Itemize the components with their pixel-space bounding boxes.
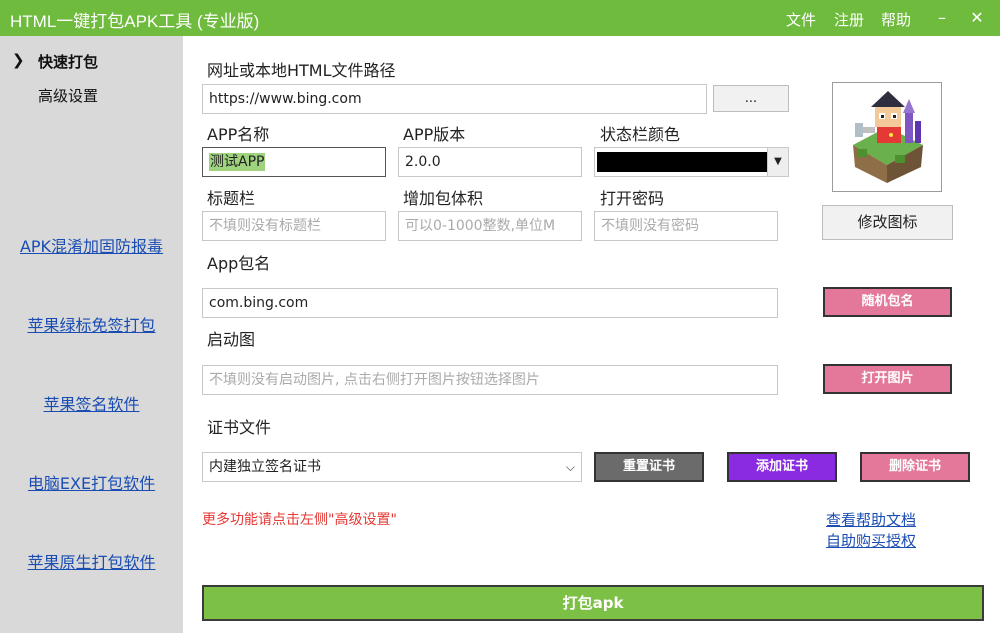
- close-icon[interactable]: ✕: [968, 9, 986, 27]
- size-label: 增加包体积: [403, 189, 484, 208]
- app-icon-preview: [832, 82, 942, 192]
- menu-register[interactable]: 注册: [834, 9, 864, 30]
- sidebar-item-quick-pack[interactable]: ❯ 快速打包: [0, 49, 183, 73]
- app-version-input[interactable]: [398, 147, 582, 177]
- buy-license-link[interactable]: 自助购买授权: [826, 530, 916, 551]
- link-apple-sign-software[interactable]: 苹果签名软件: [0, 391, 183, 415]
- title-bar: HTML一键打包APK工具 (专业版) 文件 注册 帮助 – ✕: [0, 0, 1000, 36]
- chevron-down-icon: ⌵: [565, 460, 575, 474]
- browse-button[interactable]: ...: [713, 85, 789, 112]
- password-input[interactable]: [594, 211, 778, 241]
- color-swatch: [597, 152, 767, 172]
- sidebar: ❯ 快速打包 高级设置 APK混淆加固防报毒 苹果绿标免签打包 苹果签名软件 电…: [0, 36, 183, 633]
- link-apple-green-sign[interactable]: 苹果绿标免签打包: [0, 312, 183, 336]
- app-version-label: APP版本: [403, 125, 466, 144]
- url-input[interactable]: [202, 84, 707, 114]
- sidebar-item-label: 快速打包: [38, 53, 99, 71]
- app-name-value: 测试APP: [209, 153, 266, 171]
- title-bar-input[interactable]: [202, 211, 386, 241]
- link-apk-obfuscate[interactable]: APK混淆加固防报毒: [0, 233, 183, 257]
- add-cert-button[interactable]: 添加证书: [727, 452, 837, 482]
- status-bar-color-select[interactable]: ▼: [594, 147, 789, 177]
- window-title: HTML一键打包APK工具 (专业版): [10, 12, 260, 31]
- splash-label: 启动图: [207, 330, 256, 349]
- cert-selected-value: 内建独立签名证书: [209, 459, 321, 475]
- password-label: 打开密码: [600, 189, 665, 208]
- url-label: 网址或本地HTML文件路径: [207, 61, 396, 80]
- package-label: App包名: [207, 254, 271, 273]
- app-name-label: APP名称: [207, 125, 270, 144]
- size-input[interactable]: [398, 211, 582, 241]
- help-docs-link[interactable]: 查看帮助文档: [826, 509, 916, 530]
- cert-select[interactable]: 内建独立签名证书 ⌵: [202, 452, 582, 482]
- app-icon-image: [853, 91, 923, 183]
- open-image-button[interactable]: 打开图片: [823, 364, 952, 394]
- delete-cert-button[interactable]: 删除证书: [860, 452, 970, 482]
- cert-label: 证书文件: [207, 418, 272, 437]
- advanced-settings-note: 更多功能请点击左侧"高级设置": [202, 512, 397, 528]
- reset-cert-button[interactable]: 重置证书: [594, 452, 704, 482]
- app-name-input[interactable]: 测试APP: [202, 147, 386, 177]
- random-package-button[interactable]: 随机包名: [823, 287, 952, 317]
- app-window: HTML一键打包APK工具 (专业版) 文件 注册 帮助 – ✕ ❯ 快速打包 …: [0, 0, 1000, 633]
- package-input[interactable]: [202, 288, 778, 318]
- sidebar-item-advanced[interactable]: 高级设置: [0, 83, 183, 107]
- sidebar-item-label: 高级设置: [38, 87, 99, 105]
- splash-input[interactable]: [202, 365, 778, 395]
- link-apple-native-pack[interactable]: 苹果原生打包软件: [0, 549, 183, 573]
- change-icon-button[interactable]: 修改图标: [822, 205, 953, 240]
- link-pc-exe-pack[interactable]: 电脑EXE打包软件: [0, 470, 183, 494]
- dropdown-arrow-icon[interactable]: ▼: [767, 148, 788, 176]
- pack-apk-button[interactable]: 打包apk: [202, 585, 984, 621]
- chevron-right-icon: ❯: [12, 51, 25, 69]
- status-bar-color-label: 状态栏颜色: [600, 125, 681, 144]
- title-bar-label: 标题栏: [207, 189, 256, 208]
- menu-file[interactable]: 文件: [786, 9, 816, 30]
- menu-help[interactable]: 帮助: [881, 9, 911, 30]
- minimize-icon[interactable]: –: [933, 9, 951, 27]
